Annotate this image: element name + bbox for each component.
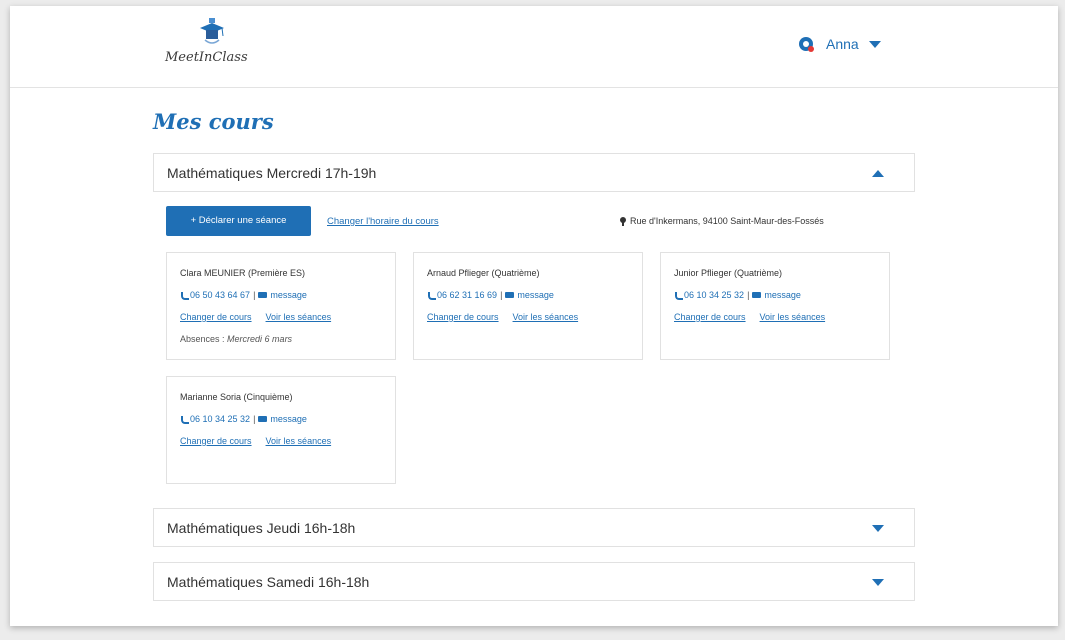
map-pin-icon <box>620 217 626 226</box>
chevron-up-icon[interactable] <box>872 170 884 177</box>
course-title[interactable]: Mathématiques Jeudi 16h-18h <box>167 520 355 536</box>
phone-link[interactable]: 06 50 43 64 67 <box>190 290 250 300</box>
student-actions: Changer de cours Voir les séances <box>674 312 825 322</box>
user-name[interactable]: Anna <box>826 36 859 52</box>
phone-link[interactable]: 06 10 34 25 32 <box>190 414 250 424</box>
app-window: MeetInClass Anna Mes cours Mathématiques… <box>10 6 1058 626</box>
message-link[interactable]: message <box>517 290 554 300</box>
student-name: Marianne Soria (Cinquième) <box>180 392 293 402</box>
message-link[interactable]: message <box>270 414 307 424</box>
student-card: Junior Pflieger (Quatrième) 06 10 34 25 … <box>660 252 890 360</box>
user-menu[interactable]: Anna <box>798 36 881 52</box>
course-address: Rue d'Inkermans, 94100 Saint-Maur-des-Fo… <box>620 216 824 226</box>
chevron-down-icon[interactable] <box>872 579 884 586</box>
message-link[interactable]: message <box>764 290 801 300</box>
logo-text: MeetInClass <box>165 50 248 65</box>
separator: | <box>253 290 256 300</box>
course-accordion-samedi[interactable]: Mathématiques Samedi 16h-18h <box>153 562 915 601</box>
phone-link[interactable]: 06 10 34 25 32 <box>684 290 744 300</box>
declare-session-button[interactable]: + Déclarer une séance <box>166 206 311 236</box>
course-accordion-jeudi[interactable]: Mathématiques Jeudi 16h-18h <box>153 508 915 547</box>
view-sessions-link[interactable]: Voir les séances <box>266 312 332 322</box>
course-accordion-mercredi[interactable]: Mathématiques Mercredi 17h-19h <box>153 153 915 192</box>
student-name: Clara MEUNIER (Première ES) <box>180 268 306 278</box>
phone-link[interactable]: 06 62 31 16 69 <box>437 290 497 300</box>
separator: | <box>747 290 750 300</box>
student-contact: 06 10 34 25 32 | message <box>674 290 801 300</box>
message-icon <box>752 292 762 298</box>
student-contact: 06 62 31 16 69 | message <box>427 290 554 300</box>
absence-value: Mercredi 6 mars <box>227 334 293 344</box>
change-course-link[interactable]: Changer de cours <box>427 312 499 322</box>
absence-info: Absences : Mercredi 6 mars <box>180 334 292 344</box>
phone-icon <box>427 291 436 300</box>
message-icon <box>258 416 268 422</box>
student-card: Clara MEUNIER (Première ES) 06 50 43 64 … <box>166 252 396 360</box>
message-link[interactable]: message <box>270 290 307 300</box>
meetinclass-logo[interactable]: MeetInClass <box>165 18 265 74</box>
chevron-down-icon[interactable] <box>872 525 884 532</box>
view-sessions-link[interactable]: Voir les séances <box>266 436 332 446</box>
course-title[interactable]: Mathématiques Samedi 16h-18h <box>167 574 369 590</box>
view-sessions-link[interactable]: Voir les séances <box>760 312 826 322</box>
student-card: Marianne Soria (Cinquième) 06 10 34 25 3… <box>166 376 396 484</box>
student-name: Junior Pflieger (Quatrième) <box>674 268 783 278</box>
address-text: Rue d'Inkermans, 94100 Saint-Maur-des-Fo… <box>630 216 824 226</box>
phone-icon <box>180 291 189 300</box>
message-icon <box>505 292 515 298</box>
notification-bell-icon[interactable] <box>798 36 814 52</box>
course-title[interactable]: Mathématiques Mercredi 17h-19h <box>167 165 376 181</box>
separator: | <box>500 290 503 300</box>
change-course-link[interactable]: Changer de cours <box>180 312 252 322</box>
change-course-link[interactable]: Changer de cours <box>180 436 252 446</box>
chevron-down-icon[interactable] <box>868 40 881 48</box>
change-schedule-link[interactable]: Changer l'horaire du cours <box>327 216 439 227</box>
page-title: Mes cours <box>153 109 274 134</box>
student-name: Arnaud Pflieger (Quatrième) <box>427 268 540 278</box>
absence-label: Absences : <box>180 334 225 344</box>
phone-icon <box>180 415 189 424</box>
student-contact: 06 50 43 64 67 | message <box>180 290 307 300</box>
student-actions: Changer de cours Voir les séances <box>180 312 331 322</box>
message-icon <box>258 292 268 298</box>
view-sessions-link[interactable]: Voir les séances <box>513 312 579 322</box>
change-course-link[interactable]: Changer de cours <box>674 312 746 322</box>
top-navbar: MeetInClass Anna <box>10 6 1058 88</box>
student-actions: Changer de cours Voir les séances <box>180 436 331 446</box>
student-contact: 06 10 34 25 32 | message <box>180 414 307 424</box>
separator: | <box>253 414 256 424</box>
phone-icon <box>674 291 683 300</box>
graduation-cap-icon <box>200 18 224 44</box>
student-actions: Changer de cours Voir les séances <box>427 312 578 322</box>
student-card: Arnaud Pflieger (Quatrième) 06 62 31 16 … <box>413 252 643 360</box>
